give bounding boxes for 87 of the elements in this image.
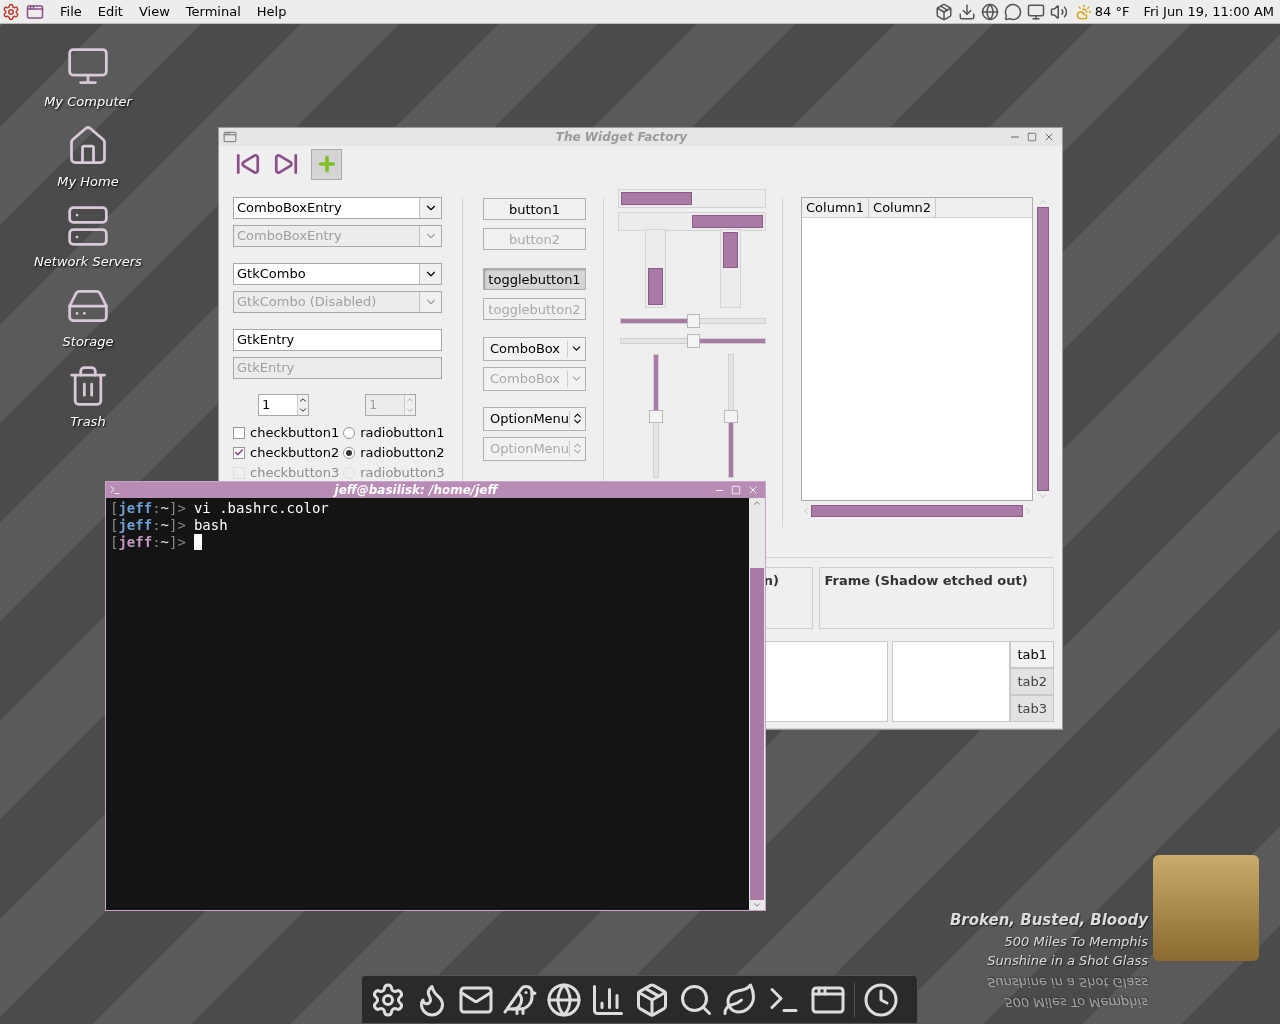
prompt-path: ~: [160, 534, 170, 551]
text-entry[interactable]: GtkEntry: [233, 328, 442, 351]
prompt-user: jeff: [118, 534, 153, 551]
prompt-bracket: [: [110, 534, 119, 551]
clock-text[interactable]: Fri Jun 19, 11:00 AM: [1143, 1, 1274, 22]
box-icon[interactable]: [634, 981, 670, 1018]
terminal-command: bash: [193, 517, 228, 534]
frame-label: Frame (Shadow etched out): [824, 573, 1028, 589]
album-text: Sunshine in a Shot Glass: [987, 952, 1148, 970]
check-icon: [234, 447, 244, 458]
column-header[interactable]: Column2: [869, 197, 937, 217]
desktop-icon-label[interactable]: Trash: [70, 412, 106, 432]
menu-item[interactable]: Help: [256, 1, 287, 22]
menu-item[interactable]: View: [138, 1, 170, 22]
prompt-user: jeff: [118, 517, 153, 534]
combo-box[interactable]: ComboBox: [483, 336, 586, 361]
prompt-bracket: [: [110, 517, 119, 534]
leaf-icon[interactable]: [722, 981, 758, 1018]
combo-box-entry[interactable]: GtkCombo: [233, 262, 442, 285]
menu-item[interactable]: Edit: [97, 1, 123, 22]
globe-icon[interactable]: [980, 2, 999, 21]
option-menu[interactable]: OptionMenu: [483, 406, 586, 431]
vertical-scrollbar[interactable]: [749, 498, 765, 910]
checkbox[interactable]: [233, 446, 245, 459]
checkbox[interactable]: [233, 426, 245, 439]
prompt-bracket: ]>: [169, 500, 186, 517]
notebook-tab[interactable]: tab1: [1010, 641, 1054, 669]
combo-box-entry[interactable]: ComboBoxEntry: [233, 196, 442, 219]
gear-icon[interactable]: [370, 981, 406, 1018]
network-icon[interactable]: [1026, 2, 1045, 21]
tree-view[interactable]: Column1 Column2: [801, 196, 1033, 501]
notebook-tab[interactable]: tab3: [1010, 695, 1054, 723]
album-reflection: Sunshine in a Shot Glass: [987, 974, 1148, 992]
desktop-icon-label[interactable]: My Home: [57, 172, 119, 192]
desktop-icon-label[interactable]: Network Servers: [34, 252, 142, 272]
radio-label: radiobutton2: [360, 443, 445, 462]
globe-icon[interactable]: [546, 981, 582, 1018]
window-menu-icon[interactable]: [223, 130, 237, 144]
artist-reflection: 500 Miles To Memphis: [1004, 993, 1148, 1012]
slider-thumb[interactable]: [723, 409, 738, 423]
prompt-separator: :: [152, 534, 161, 551]
column-header[interactable]: Column1: [802, 197, 870, 217]
slider-thumb[interactable]: [687, 333, 700, 348]
radio-button[interactable]: [343, 446, 356, 459]
maximize-icon[interactable]: [1027, 132, 1037, 142]
close-icon[interactable]: [1043, 131, 1055, 143]
prompt-separator: :: [152, 517, 161, 534]
spin-button[interactable]: 1: [258, 393, 309, 416]
download-icon[interactable]: [957, 2, 976, 21]
toggle-button[interactable]: togglebutton1: [483, 268, 586, 291]
slider-thumb[interactable]: [648, 409, 663, 423]
app-menu-icon[interactable]: [2, 2, 20, 21]
prompt-user: jeff: [118, 500, 153, 517]
slider-thumb[interactable]: [687, 313, 700, 328]
volume-icon[interactable]: [1049, 2, 1068, 21]
checkbox-label: checkbutton1: [250, 423, 340, 442]
chat-icon[interactable]: [1003, 2, 1022, 21]
radio-button[interactable]: [343, 426, 356, 439]
radio-label: radiobutton1: [360, 423, 445, 442]
window-icon[interactable]: [26, 2, 44, 21]
radio-label: radiobutton3: [360, 463, 445, 482]
terminal-command: vi .bashrc.color: [193, 500, 329, 517]
artist-text: 500 Miles To Memphis: [1004, 932, 1148, 951]
prompt-bracket: ]>: [169, 534, 186, 551]
prompt-bracket: [: [110, 500, 119, 517]
desktop-icon-label[interactable]: Storage: [62, 332, 114, 352]
desktop-icon-label[interactable]: My Computer: [44, 92, 132, 112]
server-icon[interactable]: [66, 204, 110, 248]
push-button[interactable]: button1: [483, 198, 586, 221]
prompt-bracket: ]>: [169, 517, 186, 534]
prompt-path: ~: [160, 500, 170, 517]
prompt-path: ~: [160, 517, 170, 534]
box-icon[interactable]: [934, 2, 953, 21]
notebook-tab[interactable]: tab2: [1010, 668, 1054, 696]
checkbox-label: checkbutton2: [250, 443, 340, 462]
menu-item[interactable]: Terminal: [185, 1, 241, 22]
temperature-text[interactable]: 84 °F: [1094, 1, 1130, 22]
window-title: The Widget Factory: [554, 129, 689, 146]
menu-item[interactable]: File: [60, 1, 82, 22]
prompt-separator: :: [152, 500, 161, 517]
close-icon[interactable]: [747, 484, 759, 496]
window-title: jeff@basilisk: /home/jeff: [332, 482, 500, 499]
checkbox-label: checkbutton3: [250, 463, 340, 482]
scroll-down-icon[interactable]: [752, 900, 762, 910]
song-title: Broken, Busted, Bloody: [949, 910, 1148, 931]
clock-icon[interactable]: [863, 981, 899, 1018]
scroll-up-icon[interactable]: [752, 498, 762, 508]
